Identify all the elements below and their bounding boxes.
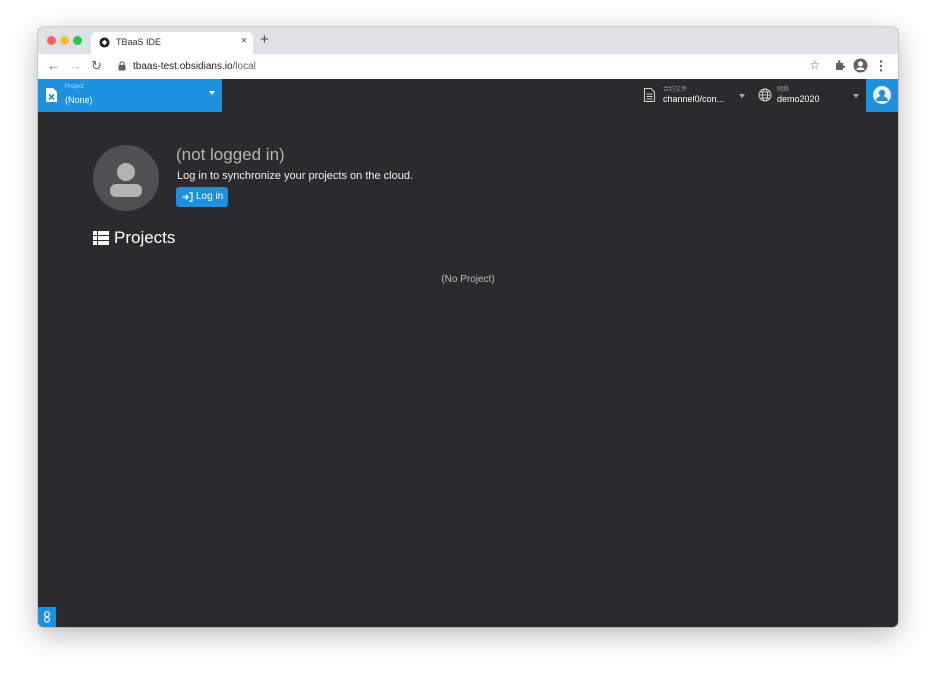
contract-value: channel0/con... (663, 94, 725, 104)
bookmark-star-icon[interactable]: ☆ (809, 58, 820, 72)
url-host: tbaas-test.obsidians.io (133, 61, 233, 72)
chevron-down-icon (209, 91, 215, 95)
tab-bar: TBaaS IDE × + (38, 27, 898, 54)
tab-close-icon[interactable]: × (241, 35, 247, 47)
profile-icon[interactable] (853, 58, 868, 73)
sync-description: Log in to synchronize your projects on t… (177, 170, 414, 182)
minimize-window-button[interactable] (60, 36, 69, 45)
new-tab-button[interactable]: + (260, 31, 269, 48)
url-path: /local (232, 61, 256, 72)
chevron-down-icon (739, 94, 745, 98)
address-bar[interactable]: tbaas-test.obsidians.io/local ☆ (112, 57, 824, 76)
close-window-button[interactable] (47, 36, 56, 45)
user-menu-button[interactable] (866, 79, 898, 112)
extensions-puzzle-icon[interactable] (834, 59, 846, 71)
network-value: demo2020 (777, 94, 820, 104)
list-table-icon (93, 231, 109, 245)
kebab-menu-icon[interactable] (879, 60, 883, 72)
projects-heading: Projects (114, 228, 176, 247)
file-close-icon (46, 88, 57, 102)
browser-window: TBaaS IDE × + ← → ↻ tbaas-test.obsidians… (38, 27, 898, 627)
chevron-down-icon (853, 94, 859, 98)
app-header: Project (None) 合约文件 channel0/con... 网络 d… (38, 79, 898, 112)
contract-label: 合约文件 (663, 87, 688, 93)
globe-icon (758, 88, 772, 102)
login-status: (not logged in) (176, 145, 285, 164)
reload-button[interactable]: ↻ (91, 58, 102, 74)
project-value: (None) (65, 95, 93, 105)
sign-in-icon (182, 192, 193, 202)
back-button[interactable]: ← (47, 58, 60, 73)
browser-tab[interactable]: TBaaS IDE × (91, 32, 253, 54)
network-selector[interactable]: 网络 demo2020 (754, 79, 864, 112)
document-icon (644, 88, 655, 102)
empty-projects-text: (No Project) (441, 274, 495, 285)
bottom-status-button[interactable] (38, 607, 56, 627)
browser-toolbar: ← → ↻ tbaas-test.obsidians.io/local ☆ (38, 54, 898, 80)
url-text: tbaas-test.obsidians.io/local (133, 61, 256, 72)
project-label: Project (65, 84, 84, 90)
login-button-label: Log in (196, 191, 224, 202)
project-selector[interactable]: Project (None) (38, 79, 222, 112)
node-icon (43, 611, 51, 623)
maximize-window-button[interactable] (73, 36, 82, 45)
ide-app: Project (None) 合约文件 channel0/con... 网络 d… (38, 79, 898, 627)
contract-selector[interactable]: 合约文件 channel0/con... (640, 79, 750, 112)
app-favicon-icon (99, 37, 110, 48)
network-label: 网络 (777, 87, 790, 93)
forward-button[interactable]: → (69, 58, 82, 73)
user-avatar-icon (873, 86, 891, 104)
avatar (93, 145, 159, 211)
lock-icon (118, 61, 126, 71)
login-button[interactable]: Log in (176, 187, 228, 207)
tab-title: TBaaS IDE (116, 37, 162, 47)
